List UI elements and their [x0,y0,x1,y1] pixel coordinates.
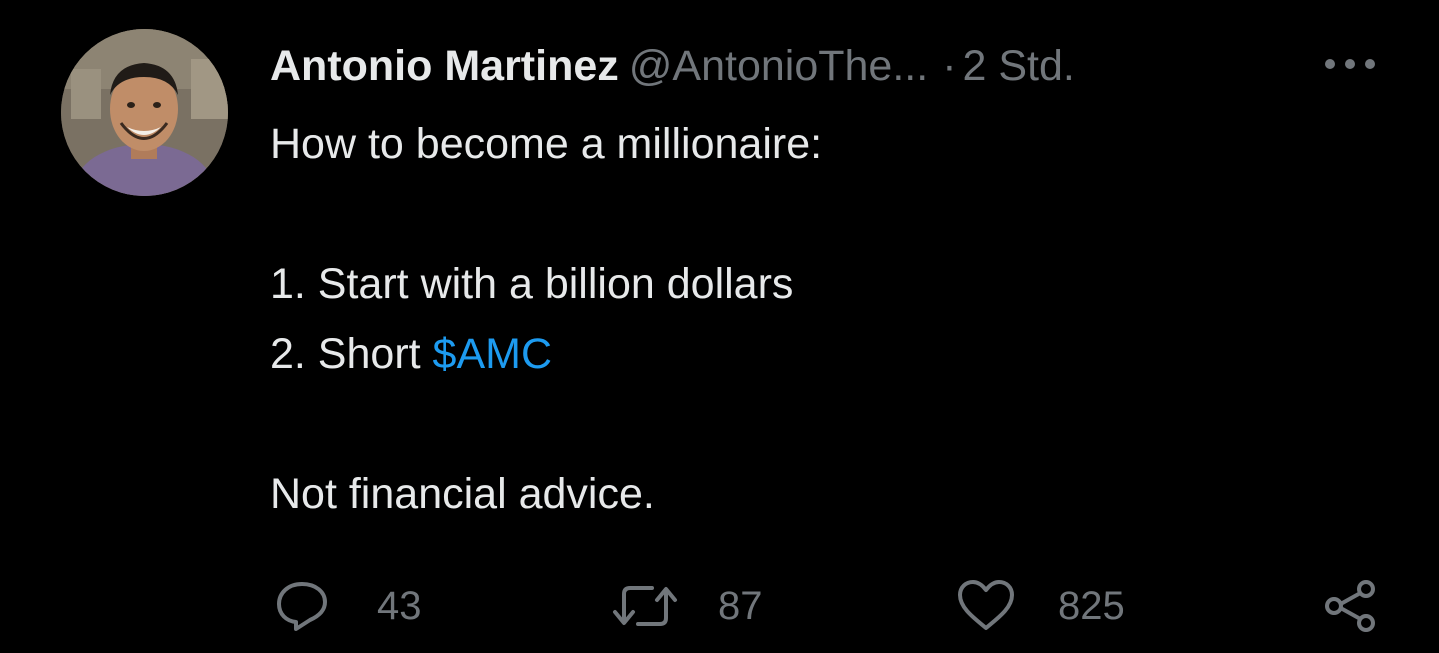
tweet-text-line: How to become a millionaire: [270,120,823,168]
share-button[interactable] [1322,578,1378,634]
share-icon [1322,578,1378,634]
reply-count: 43 [377,583,422,628]
reply-icon [274,578,330,634]
retweet-button[interactable]: 87 [612,578,763,634]
tweet-text-line: 1. Start with a billion dollars [270,260,794,308]
retweet-icon [612,578,678,634]
display-name[interactable]: Antonio Martinez [270,42,619,90]
cashtag-link[interactable]: $AMC [433,330,552,378]
more-icon[interactable] [1322,56,1378,72]
avatar[interactable] [61,29,228,196]
retweet-count: 87 [718,583,763,628]
reply-button[interactable]: 43 [274,578,422,634]
timestamp[interactable]: 2 Std. [963,42,1075,90]
tweet-text-line: 2. Short $AMC [270,326,552,382]
like-count: 825 [1058,583,1125,628]
tweet-text-line: Not financial advice. [270,470,655,518]
tweet-header: Antonio Martinez @AntonioThe... · 2 Std. [270,38,1075,94]
user-handle[interactable]: @AntonioThe... [629,42,928,90]
tweet-text-prefix: 2. Short [270,330,433,378]
separator-dot: · [942,42,957,90]
heart-icon [956,578,1016,634]
like-button[interactable]: 825 [956,578,1125,634]
